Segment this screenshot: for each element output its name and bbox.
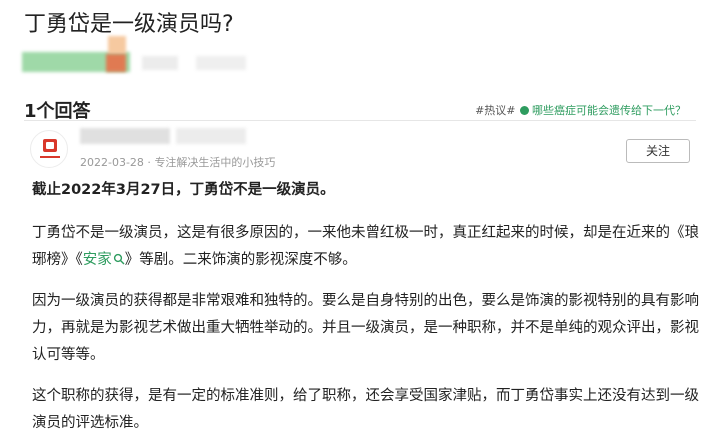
hot-icon [520, 106, 529, 115]
paragraph-text: 》等剧。二来饰演的影视深度不够。 [124, 252, 357, 268]
hot-topic-link[interactable]: 哪些癌症可能会遗传给下一代？ [532, 104, 686, 117]
follow-button[interactable]: 关注 [626, 139, 690, 163]
blurred-block [106, 54, 126, 72]
drama-link[interactable]: 安家 [83, 252, 112, 268]
question-title: 丁勇岱是一级演员吗? [24, 12, 234, 37]
author-bio: 专注解决生活中的小技巧 [154, 156, 276, 169]
blurred-block [196, 56, 246, 70]
answer-date: 2022-03-28 [80, 156, 144, 169]
blurred-block [108, 36, 126, 54]
answer-lead: 截止2022年3月27日，丁勇岱不是一级演员。 [32, 182, 335, 198]
answer-paragraph-2: 因为一级演员的获得都是非常艰难和独特的。要么是自身特别的出色，要么是饰演的影视特… [32, 293, 699, 363]
answer-paragraph-3: 这个职称的获得，是有一定的标准准则，给了职称，还会享受国家津贴，而丁勇岱事实上还… [32, 388, 699, 431]
avatar-logo-icon [40, 139, 60, 158]
answer-meta: 2022-03-28 · 专注解决生活中的小技巧 [80, 154, 275, 170]
blurred-block [176, 128, 246, 144]
meta-separator: · [143, 156, 155, 169]
answer-paragraph-1: 丁勇岱不是一级演员，这是有很多原因的，一来他未曾红极一时，真正红起来的时候，却是… [32, 220, 702, 274]
hot-topic[interactable]: #热议# 哪些癌症可能会遗传给下一代？ [475, 102, 686, 118]
divider [24, 120, 696, 121]
blurred-block [80, 128, 170, 144]
search-icon[interactable] [113, 253, 125, 265]
hot-prefix: #热议# [475, 104, 519, 117]
author-avatar[interactable] [30, 130, 68, 168]
blurred-block [142, 56, 178, 70]
